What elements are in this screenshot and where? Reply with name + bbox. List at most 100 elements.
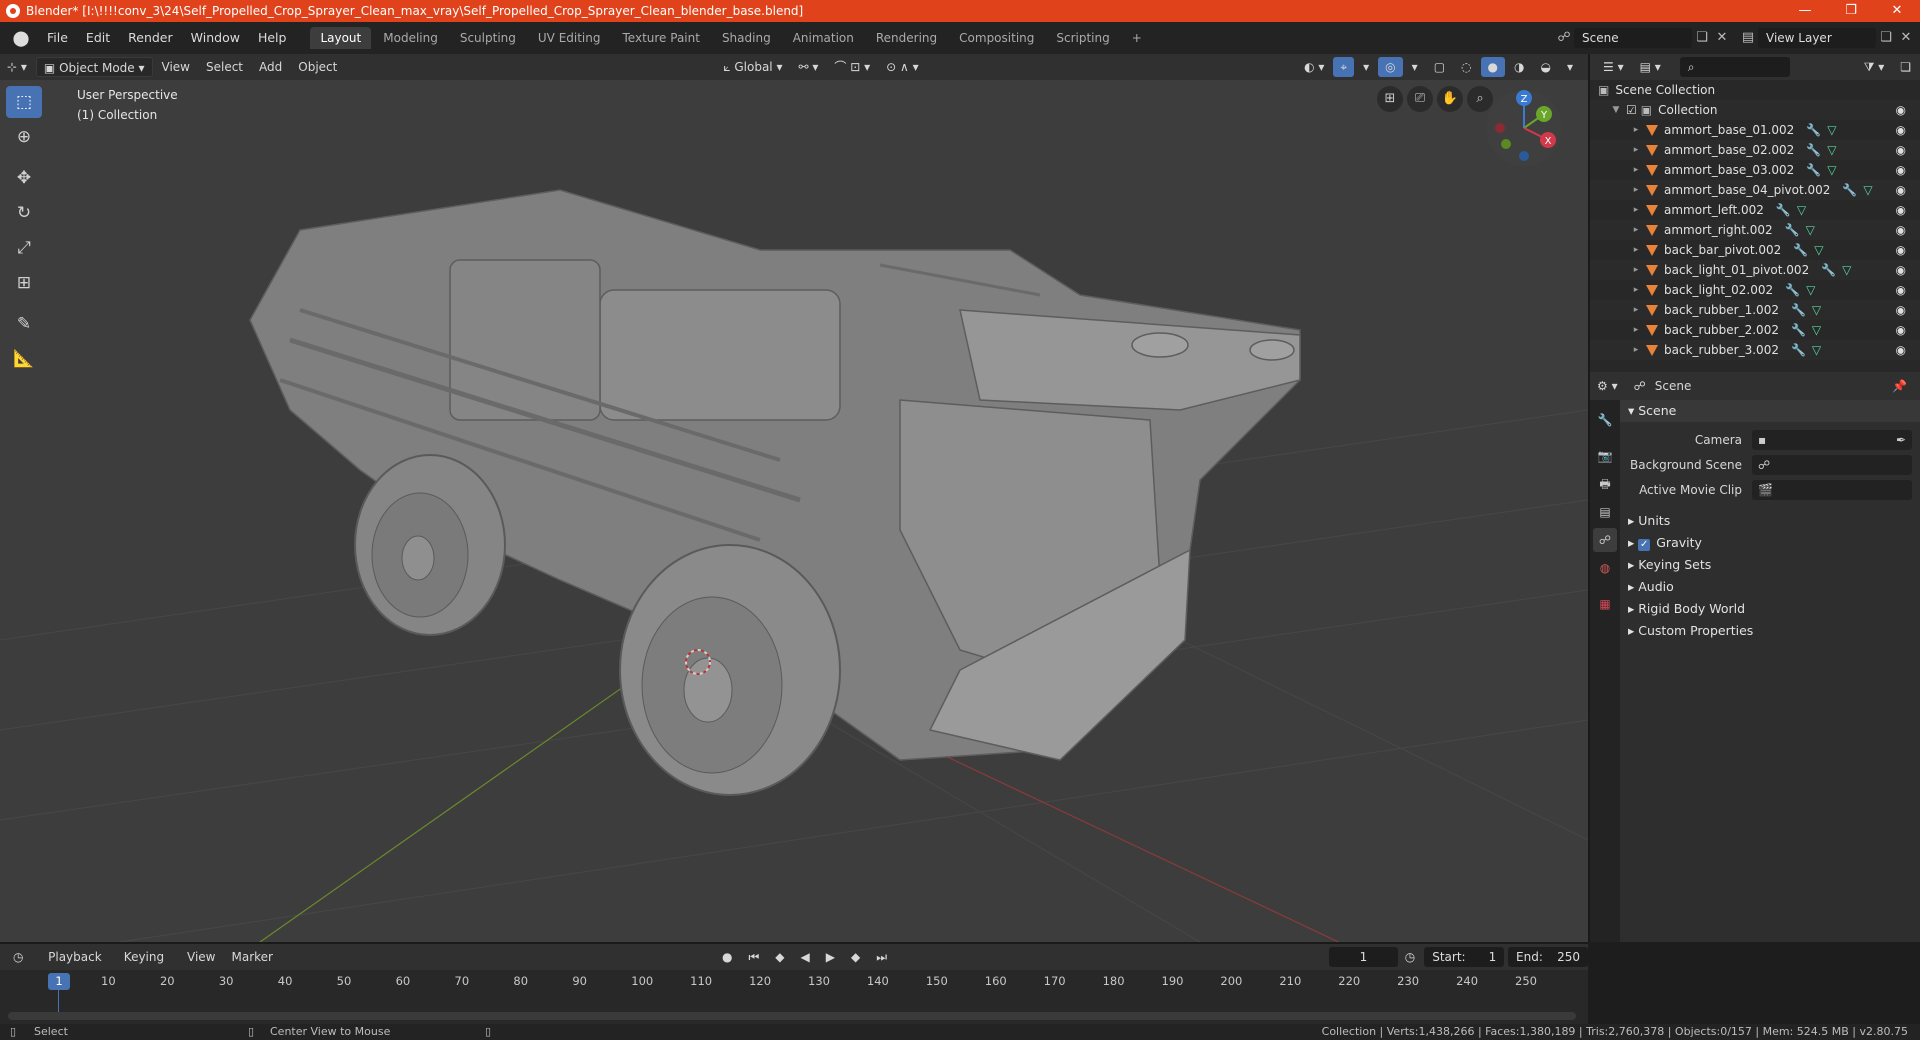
play-reverse-icon[interactable]: ◀ (794, 947, 817, 967)
jump-end-icon[interactable]: ⏭ (869, 947, 894, 967)
outliner-scene-collection[interactable]: ▣ Scene Collection (1590, 80, 1920, 100)
outliner-object-row[interactable]: ▸ back_light_01_pivot.002 🔧 ▽ ◉ (1590, 260, 1920, 280)
active-movie-clip-field[interactable]: 🎬 (1752, 479, 1912, 500)
workspace-tab-uv-editing[interactable]: UV Editing (528, 27, 611, 49)
outliner-object-row[interactable]: ▸ ammort_base_02.002 🔧 ▽ ◉ (1590, 140, 1920, 160)
eye-icon[interactable]: ◉ (1896, 300, 1906, 320)
rotate-tool-icon[interactable]: ↻ (6, 197, 42, 229)
delete-view-layer-icon[interactable]: ✕ (1896, 28, 1916, 48)
cursor-tool-icon[interactable]: ⊕ (6, 121, 42, 153)
menu-help[interactable]: Help (249, 22, 296, 54)
mesh-data-icon[interactable]: ▽ (1806, 280, 1815, 300)
new-collection-icon[interactable]: ❏ (1893, 57, 1918, 77)
outliner-object-row[interactable]: ▸ back_rubber_1.002 🔧 ▽ ◉ (1590, 300, 1920, 320)
eye-icon[interactable]: ◉ (1896, 280, 1906, 300)
current-frame-field[interactable]: 1 (1329, 947, 1398, 967)
workspace-tab-sculpting[interactable]: Sculpting (450, 27, 526, 49)
workspace-tab-animation[interactable]: Animation (783, 27, 864, 49)
menu-edit[interactable]: Edit (77, 22, 119, 54)
expand-object-icon[interactable]: ▸ (1630, 300, 1642, 320)
eye-icon[interactable]: ◉ (1896, 180, 1906, 200)
outliner-object-row[interactable]: ▸ back_bar_pivot.002 🔧 ▽ ◉ (1590, 240, 1920, 260)
eye-icon[interactable]: ◉ (1896, 100, 1906, 120)
mesh-data-icon[interactable]: ▽ (1863, 180, 1872, 200)
texture-tab-icon[interactable]: ▦ (1593, 592, 1617, 616)
view-layer-tab-icon[interactable]: ▤ (1593, 500, 1617, 524)
mesh-data-icon[interactable]: ▽ (1812, 340, 1821, 360)
snap-icon[interactable]: ⌒ ⊡ ▾ (827, 57, 877, 77)
modifier-wrench-icon[interactable]: 🔧 (1806, 140, 1821, 160)
expand-object-icon[interactable]: ▸ (1630, 200, 1642, 220)
workspace-tab-rendering[interactable]: Rendering (866, 27, 947, 49)
gizmo-dropdown-icon[interactable]: ▾ (1356, 57, 1376, 77)
outliner-search-input[interactable]: ⌕ (1679, 57, 1790, 77)
viewport-menu-add[interactable]: Add (252, 57, 289, 77)
shading-material-icon[interactable]: ◑ (1507, 57, 1531, 77)
jump-start-icon[interactable]: ⏮ (741, 947, 766, 967)
xray-icon[interactable]: ▢ (1427, 57, 1452, 77)
eye-icon[interactable]: ◉ (1896, 140, 1906, 160)
eye-icon[interactable]: ◉ (1896, 220, 1906, 240)
modifier-wrench-icon[interactable]: 🔧 (1842, 180, 1857, 200)
collection-checkbox-icon[interactable]: ☑ (1626, 100, 1637, 120)
gravity-checkbox[interactable]: ✓ (1638, 539, 1651, 551)
expand-collection-icon[interactable]: ▼ (1610, 100, 1622, 120)
expand-object-icon[interactable]: ▸ (1630, 260, 1642, 280)
eye-icon[interactable]: ◉ (1896, 120, 1906, 140)
modifier-wrench-icon[interactable]: 🔧 (1791, 340, 1806, 360)
scene-section-header[interactable]: ▾ Scene (1620, 400, 1920, 422)
viewport-menu-view[interactable]: View (155, 57, 197, 77)
new-scene-icon[interactable]: ❏ (1692, 28, 1712, 48)
pan-hand-icon[interactable]: ✋ (1437, 86, 1463, 112)
orientation-dropdown[interactable]: ⟀ Global ▾ (716, 57, 789, 77)
close-button[interactable]: ✕ (1874, 0, 1920, 22)
timeline-scrollbar[interactable] (8, 1012, 1576, 1020)
mesh-data-icon[interactable]: ▽ (1812, 320, 1821, 340)
eyedropper-icon[interactable]: ✒ (1896, 430, 1906, 450)
next-keyframe-icon[interactable]: ◆ (844, 947, 867, 967)
expand-object-icon[interactable]: ▸ (1630, 220, 1642, 240)
viewport-menu-select[interactable]: Select (199, 57, 250, 77)
keying-sets-section-header[interactable]: ▸ Keying Sets (1620, 554, 1920, 576)
modifier-wrench-icon[interactable]: 🔧 (1776, 200, 1791, 220)
scale-tool-icon[interactable]: ⤢ (6, 232, 42, 264)
rigid-body-world-section-header[interactable]: ▸ Rigid Body World (1620, 598, 1920, 620)
proportional-editing-icon[interactable]: ⊙ ∧ ▾ (879, 57, 926, 77)
expand-object-icon[interactable]: ▸ (1630, 180, 1642, 200)
outliner-object-row[interactable]: ▸ ammort_left.002 🔧 ▽ ◉ (1590, 200, 1920, 220)
scene-icon[interactable]: ☍ (1554, 28, 1574, 48)
preview-range-icon[interactable]: ◷ (1398, 947, 1422, 967)
timeline-body[interactable]: 10 20 30 40 50 60 70 80 90 100 110 120 130 140 150 160 1… (0, 970, 1588, 1026)
outliner-object-row[interactable]: ▸ ammort_base_01.002 🔧 ▽ ◉ (1590, 120, 1920, 140)
output-tab-icon[interactable]: 🖶 (1593, 472, 1617, 496)
modifier-wrench-icon[interactable]: 🔧 (1793, 240, 1808, 260)
eye-icon[interactable]: ◉ (1896, 340, 1906, 360)
view-layer-icon[interactable]: ▤ (1738, 28, 1758, 48)
outliner-object-row[interactable]: ▸ back_rubber_2.002 🔧 ▽ ◉ (1590, 320, 1920, 340)
modifier-wrench-icon[interactable]: 🔧 (1785, 220, 1800, 240)
render-tab-icon[interactable]: 📷 (1593, 444, 1617, 468)
display-mode-icon[interactable]: ▤ ▾ (1633, 57, 1668, 77)
outliner-collection[interactable]: ▼ ☑ ▣ Collection ◉ (1590, 100, 1920, 120)
pin-icon[interactable]: 📌 (1885, 376, 1914, 396)
overlay-toggle-icon[interactable]: ◎ (1378, 57, 1403, 77)
move-tool-icon[interactable]: ✥ (6, 162, 42, 194)
modifier-wrench-icon[interactable]: 🔧 (1821, 260, 1836, 280)
modifier-wrench-icon[interactable]: 🔧 (1806, 120, 1821, 140)
timeline-editor-type-icon[interactable]: ◷ ▾ (6, 947, 39, 984)
filter-icon[interactable]: ⧩ ▾ (1857, 57, 1892, 77)
menu-render[interactable]: Render (119, 22, 182, 54)
world-tab-icon[interactable]: ◍ (1593, 556, 1617, 580)
visibility-icon[interactable]: ◐ ▾ (1297, 57, 1331, 77)
viewport-menu-object[interactable]: Object (291, 57, 344, 77)
expand-object-icon[interactable]: ▸ (1630, 140, 1642, 160)
tool-tab-icon[interactable]: 🔧 (1593, 408, 1617, 432)
minimize-button[interactable]: — (1782, 0, 1828, 22)
timeline-menu-view[interactable]: View (180, 947, 222, 967)
mesh-data-icon[interactable]: ▽ (1827, 160, 1836, 180)
workspace-tab-texture-paint[interactable]: Texture Paint (613, 27, 710, 49)
eye-icon[interactable]: ◉ (1896, 320, 1906, 340)
navigation-gizmo[interactable]: Z Y X (1484, 88, 1564, 168)
expand-object-icon[interactable]: ▸ (1630, 160, 1642, 180)
outliner-object-row[interactable]: ▸ back_rubber_3.002 🔧 ▽ ◉ (1590, 340, 1920, 360)
